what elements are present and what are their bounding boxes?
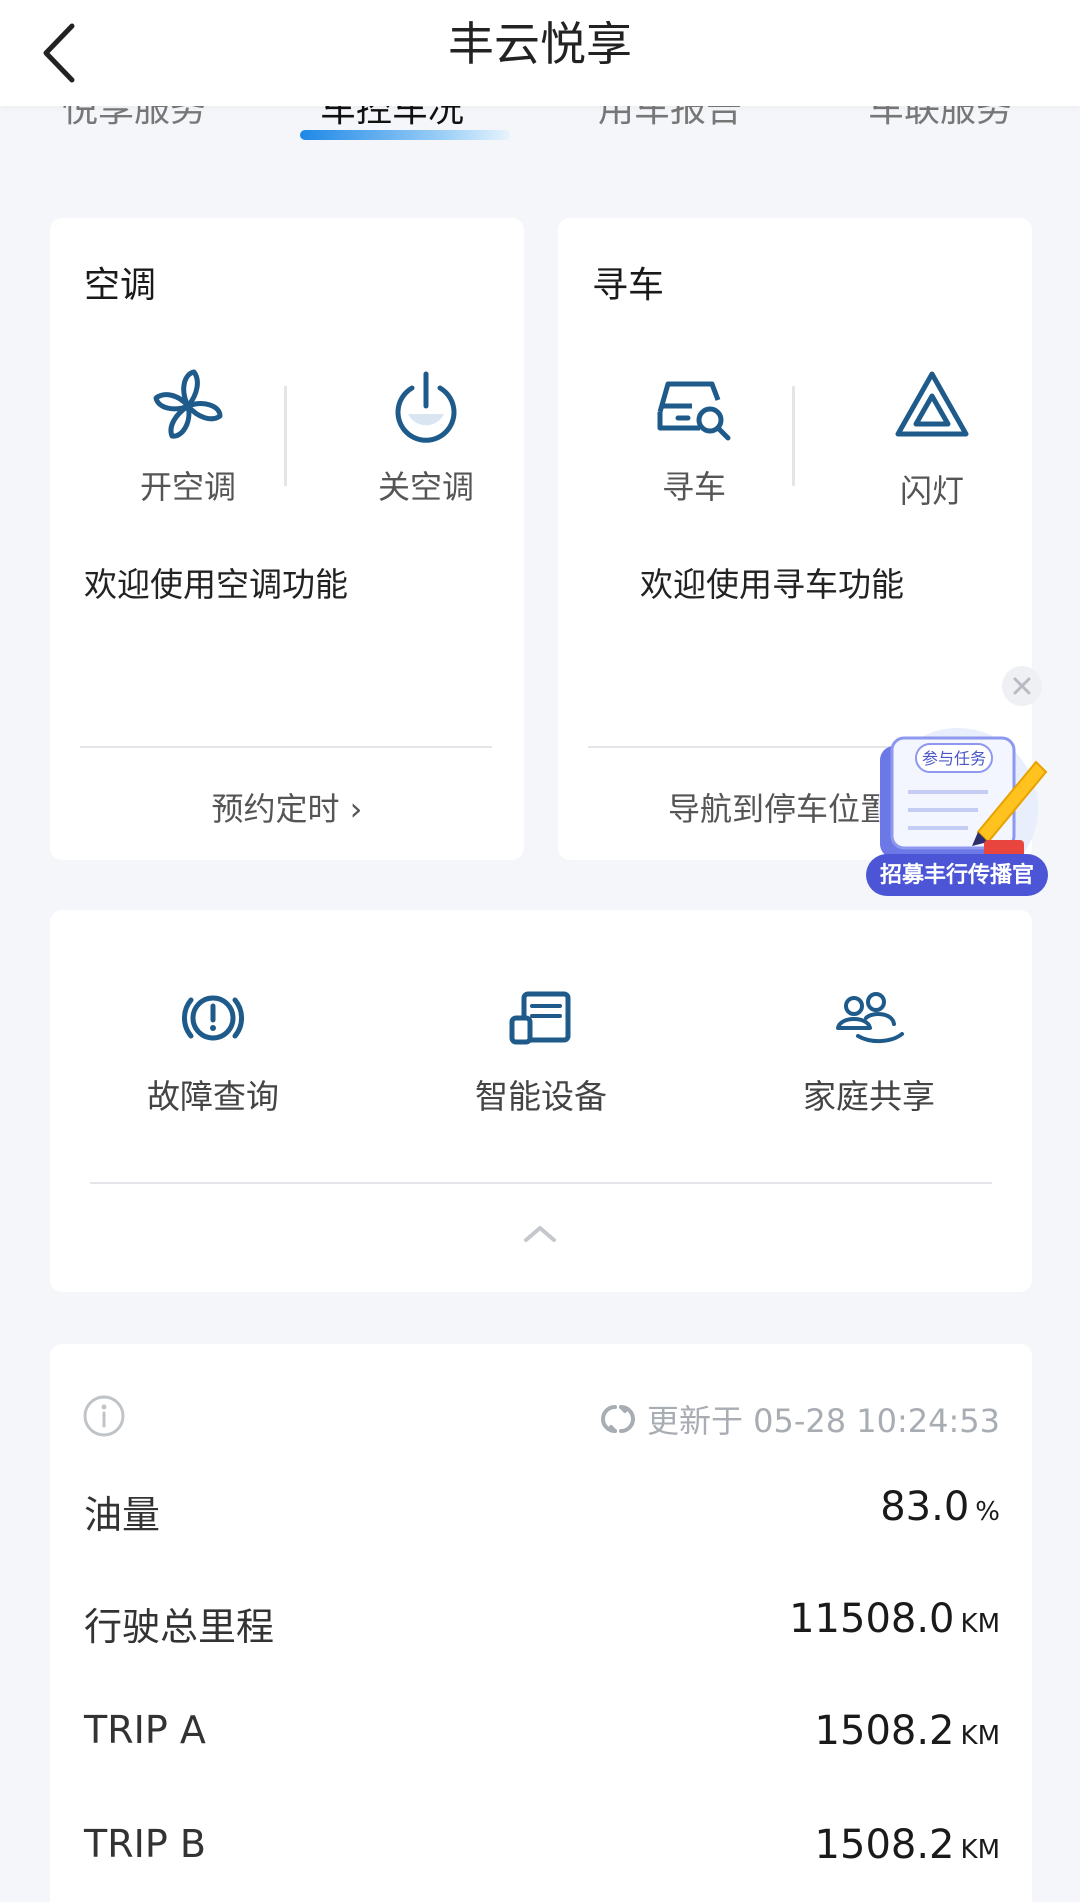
ac-on-button[interactable]: 开空调	[108, 366, 268, 508]
info-button[interactable]	[82, 1394, 126, 1442]
tool-family-share-label: 家庭共享	[803, 1077, 935, 1116]
car-search-icon	[657, 381, 731, 441]
find-car-label: 寻车	[661, 468, 726, 506]
fuel-label: 油量	[84, 1493, 161, 1537]
trip-a-number: 1508.2	[814, 1708, 955, 1754]
trip-b-number: 1508.2	[814, 1822, 955, 1868]
total-mileage-number: 11508.0	[789, 1596, 955, 1642]
hazard-triangle-icon	[895, 371, 969, 437]
ac-divider	[284, 386, 287, 486]
last-updated-text: 更新于 05-28 10:24:53	[646, 1402, 1000, 1440]
find-car-welcome-text: 欢迎使用寻车功能	[640, 565, 904, 604]
app-header: 丰云悦享	[0, 0, 1080, 106]
trip-a-value: 1508.2 KM	[815, 1708, 1000, 1754]
fuel-value: 83.0%	[880, 1484, 1000, 1530]
ac-welcome-text: 欢迎使用空调功能	[84, 565, 348, 604]
family-share-icon	[836, 992, 904, 1043]
close-icon	[1013, 677, 1031, 695]
trip-b-value: 1508.2 KM	[815, 1822, 1000, 1868]
tool-smart-device[interactable]: 智能设备	[426, 988, 656, 1118]
find-car-divider	[792, 386, 795, 486]
ac-off-label: 关空调	[377, 468, 474, 506]
total-mileage-label: 行驶总里程	[84, 1605, 275, 1649]
tool-family-share[interactable]: 家庭共享	[754, 988, 984, 1118]
info-icon	[83, 1395, 125, 1437]
collapse-button[interactable]	[522, 1222, 558, 1250]
refresh-status[interactable]: 更新于 05-28 10:24:53	[600, 1396, 1000, 1442]
fuel-number: 83.0	[880, 1484, 970, 1530]
chevron-up-icon	[524, 1226, 556, 1242]
promo-badge[interactable]: 参与任务 招募丰行传播官	[858, 722, 1054, 906]
total-mileage-unit: KM	[960, 1609, 1000, 1639]
promo-banner-text: 招募丰行传播官	[880, 862, 1034, 888]
smart-device-icon	[509, 991, 571, 1045]
vehicle-status-card: 更新于 05-28 10:24:53 油量 83.0% 行驶总里程 11508.…	[50, 1344, 1032, 1902]
ac-card-title: 空调	[84, 265, 157, 306]
total-mileage-value: 11508.0 KM	[789, 1596, 1000, 1642]
page-title: 丰云悦享	[448, 17, 632, 71]
promo-close-button[interactable]	[1002, 666, 1042, 706]
trip-a-unit: KM	[960, 1721, 1000, 1751]
refresh-icon	[600, 1405, 635, 1433]
fuel-unit: %	[975, 1497, 1000, 1527]
trip-b-unit: KM	[960, 1835, 1000, 1865]
find-car-button[interactable]: 寻车	[614, 366, 774, 508]
ac-off-button[interactable]: 关空调	[346, 366, 506, 508]
flash-lights-label: 闪灯	[899, 472, 964, 510]
find-car-card-title: 寻车	[592, 265, 665, 306]
flash-lights-button[interactable]: 闪灯	[852, 366, 1012, 512]
tool-fault-query[interactable]: 故障查询	[98, 988, 328, 1118]
task-book-illustration: 参与任务 招募丰行传播官	[866, 728, 1048, 896]
tool-fault-query-label: 故障查询	[147, 1077, 279, 1116]
ac-card: 空调 开空调 关空调 欢迎使用空调功能 预约定时 ›	[50, 218, 524, 860]
promo-tag-text: 参与任务	[922, 749, 986, 768]
power-icon	[395, 371, 457, 443]
fault-warning-icon	[182, 995, 244, 1041]
active-tab-indicator	[300, 130, 510, 140]
tools-divider	[90, 1182, 992, 1184]
ac-on-label: 开空调	[139, 468, 236, 506]
trip-a-label: TRIP A	[84, 1708, 206, 1752]
tools-card: 故障查询 智能设备 家庭共享	[50, 910, 1032, 1292]
tool-smart-device-label: 智能设备	[475, 1077, 607, 1116]
trip-b-label: TRIP B	[84, 1822, 206, 1866]
fan-icon	[153, 369, 223, 439]
ac-footer-divider	[80, 746, 492, 748]
schedule-timer-link[interactable]: 预约定时 ›	[50, 784, 524, 830]
